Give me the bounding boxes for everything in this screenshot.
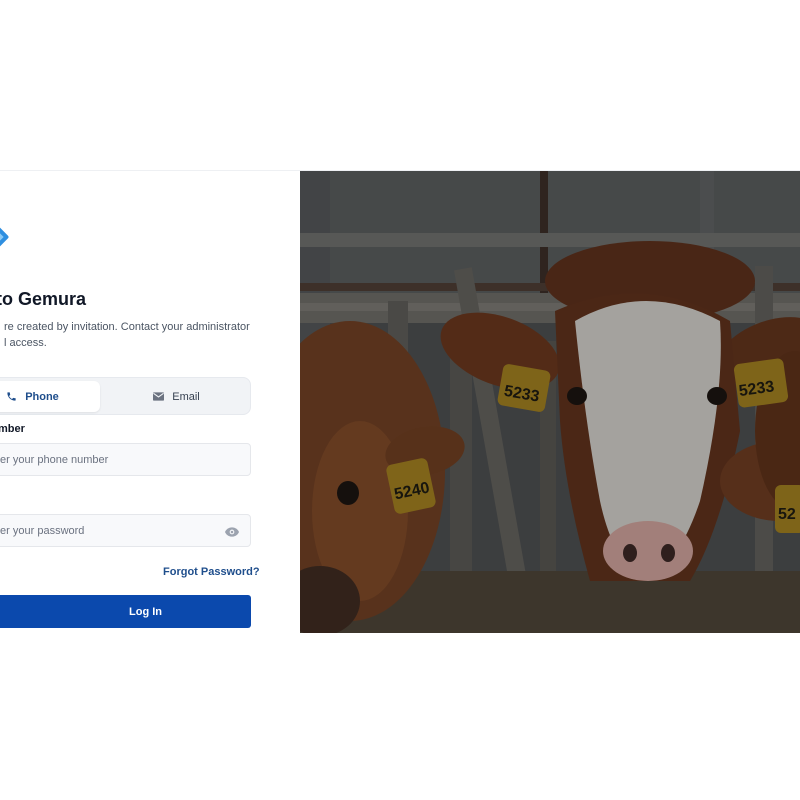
password-field	[0, 514, 251, 547]
login-button[interactable]: Log In	[0, 595, 251, 628]
phone-input[interactable]	[0, 444, 250, 475]
subtitle-line-2: l access.	[4, 337, 47, 349]
login-card: n to Gemura re created by invitation. Co…	[0, 170, 800, 633]
page-title: n to Gemura	[0, 289, 87, 309]
password-input[interactable]	[0, 515, 250, 546]
login-panel: n to Gemura re created by invitation. Co…	[0, 171, 300, 633]
cows-photo: 5233 5240 5233 52	[300, 171, 800, 633]
tab-email[interactable]: Email	[103, 381, 249, 412]
login-method-toggle: Phone Email	[0, 377, 251, 415]
tab-phone-label: Phone	[25, 390, 59, 403]
app-logo-icon	[0, 225, 10, 249]
show-password-icon[interactable]	[225, 525, 239, 537]
tab-email-label: Email	[172, 390, 200, 403]
tab-phone[interactable]: Phone	[0, 381, 100, 412]
forgot-password-link[interactable]: Forgot Password?	[163, 566, 260, 578]
page-subtitle: re created by invitation. Contact your a…	[0, 319, 254, 351]
phone-field-label: mber	[0, 423, 25, 435]
phone-field	[0, 443, 251, 476]
hero-image: 5233 5240 5233 52	[300, 171, 800, 633]
login-button-label: Log In	[129, 605, 162, 618]
mail-icon	[152, 391, 164, 403]
subtitle-line-1: re created by invitation. Contact your a…	[4, 321, 250, 333]
phone-icon	[5, 391, 17, 403]
